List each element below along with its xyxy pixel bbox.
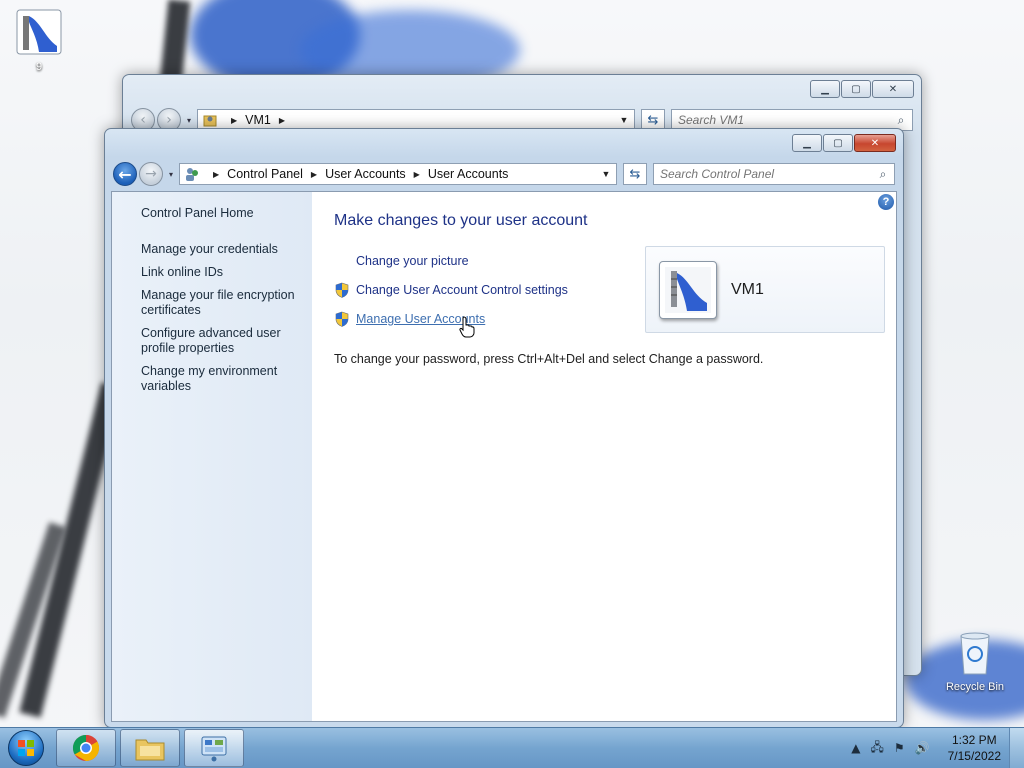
clock[interactable]: 1:32 PM 7/15/2022 — [948, 732, 1001, 764]
desktop-shortcut-icon[interactable]: 9 — [4, 8, 74, 73]
taskbar-control-panel-button[interactable] — [184, 729, 244, 767]
close-button[interactable]: ✕ — [854, 134, 896, 152]
content-area: Control Panel Home Manage your credentia… — [111, 191, 897, 722]
search-input[interactable] — [672, 112, 890, 128]
maximize-button[interactable]: ▢ — [823, 134, 853, 152]
address-crumb-user-accounts-current[interactable]: User Accounts — [428, 167, 509, 181]
address-crumb-vm1[interactable]: VM1 — [245, 113, 271, 127]
search-icon[interactable]: ⌕ — [890, 113, 912, 128]
start-button[interactable] — [4, 729, 48, 767]
recycle-bin-label: Recycle Bin — [945, 681, 1005, 693]
slide-picture-icon — [16, 9, 62, 55]
chevron-right-icon[interactable]: ▶ — [279, 116, 285, 125]
close-button[interactable]: ✕ — [872, 80, 914, 98]
recycle-bin-icon — [960, 632, 990, 675]
address-dropdown-icon[interactable]: ▼ — [596, 169, 616, 179]
minimize-button[interactable]: ▁ — [792, 134, 822, 152]
action-center-flag-icon[interactable]: ⚑ — [894, 741, 905, 755]
forward-button[interactable]: → — [139, 162, 163, 186]
control-panel-icon — [183, 166, 201, 182]
slide-picture-icon — [665, 266, 711, 313]
control-panel-icon — [201, 736, 227, 762]
show-hidden-icons-icon[interactable]: ▲ — [851, 741, 860, 755]
chevron-right-icon[interactable]: ▶ — [231, 116, 237, 125]
taskbar-chrome-button[interactable] — [56, 729, 116, 767]
search-box[interactable]: ⌕ — [653, 163, 895, 185]
recent-pages-icon[interactable]: ▾ — [169, 170, 173, 179]
environment-variables-link[interactable]: Change my environment variables — [141, 364, 298, 394]
chevron-right-icon[interactable]: ▶ — [414, 170, 420, 179]
user-folder-icon — [201, 112, 219, 128]
user-name: VM1 — [731, 280, 764, 298]
main-pane: ? Make changes to your user account Chan… — [312, 192, 896, 721]
caption-buttons: ▁ ▢ ✕ — [792, 134, 896, 152]
windows-logo-icon — [8, 730, 44, 766]
address-crumb-control-panel[interactable]: Control Panel — [227, 167, 303, 181]
back-button[interactable]: ← — [113, 162, 137, 186]
file-encryption-certificates-link[interactable]: Manage your file encryption certificates — [141, 288, 298, 318]
volume-icon[interactable]: 🔊 — [915, 741, 930, 755]
minimize-button[interactable]: ▁ — [810, 80, 840, 98]
network-icon[interactable]: 🖧 — [871, 738, 884, 759]
hand-cursor-icon — [459, 316, 475, 338]
recycle-bin[interactable]: Recycle Bin — [940, 630, 1010, 693]
address-bar[interactable]: ▶ Control Panel ▶ User Accounts ▶ User A… — [179, 163, 617, 185]
taskbar: ▲ 🖧 ⚑ 🔊 1:32 PM 7/15/2022 — [0, 727, 1024, 768]
task-label[interactable]: Change User Account Control settings — [356, 283, 568, 297]
avatar[interactable] — [659, 260, 717, 319]
folder-icon — [135, 739, 165, 761]
clock-date: 7/15/2022 — [947, 749, 1001, 763]
uac-shield-icon — [335, 311, 349, 327]
user-accounts-window[interactable]: ▁ ▢ ✕ ← → ▾ ▶ Control Panel ▶ User Accou… — [104, 128, 904, 728]
search-icon[interactable]: ⌕ — [872, 167, 894, 182]
link-online-ids-link[interactable]: Link online IDs — [141, 265, 298, 280]
password-note: To change your password, press Ctrl+Alt+… — [334, 352, 764, 366]
control-panel-home-link[interactable]: Control Panel Home — [141, 206, 298, 221]
chevron-right-icon[interactable]: ▶ — [311, 170, 317, 179]
desktop-icon-label: 9 — [35, 61, 43, 73]
refresh-button[interactable]: ⇆ — [623, 163, 647, 185]
uac-shield-icon — [335, 282, 349, 298]
address-crumb-user-accounts[interactable]: User Accounts — [325, 167, 406, 181]
recent-pages-icon[interactable]: ▾ — [187, 116, 191, 125]
maximize-button[interactable]: ▢ — [841, 80, 871, 98]
user-tile: VM1 — [645, 246, 885, 333]
page-title: Make changes to your user account — [334, 212, 588, 229]
task-label[interactable]: Change your picture — [356, 254, 469, 268]
system-tray: ▲ 🖧 ⚑ 🔊 1:32 PM 7/15/2022 — [851, 732, 1009, 764]
chrome-icon — [72, 734, 100, 762]
help-icon[interactable]: ? — [878, 194, 894, 210]
search-input[interactable] — [654, 166, 872, 182]
vm1-caption-buttons: ▁ ▢ ✕ — [810, 80, 914, 98]
address-dropdown-icon[interactable]: ▼ — [614, 115, 634, 125]
advanced-profile-properties-link[interactable]: Configure advanced user profile properti… — [141, 326, 298, 356]
left-task-pane: Control Panel Home Manage your credentia… — [112, 192, 312, 721]
chevron-right-icon[interactable]: ▶ — [213, 170, 219, 179]
clock-time: 1:32 PM — [951, 733, 997, 747]
navbar: ← → ▾ ▶ Control Panel ▶ User Accounts ▶ … — [113, 161, 895, 187]
taskbar-explorer-button[interactable] — [120, 729, 180, 767]
show-desktop-button[interactable] — [1009, 728, 1024, 768]
manage-credentials-link[interactable]: Manage your credentials — [141, 242, 298, 257]
